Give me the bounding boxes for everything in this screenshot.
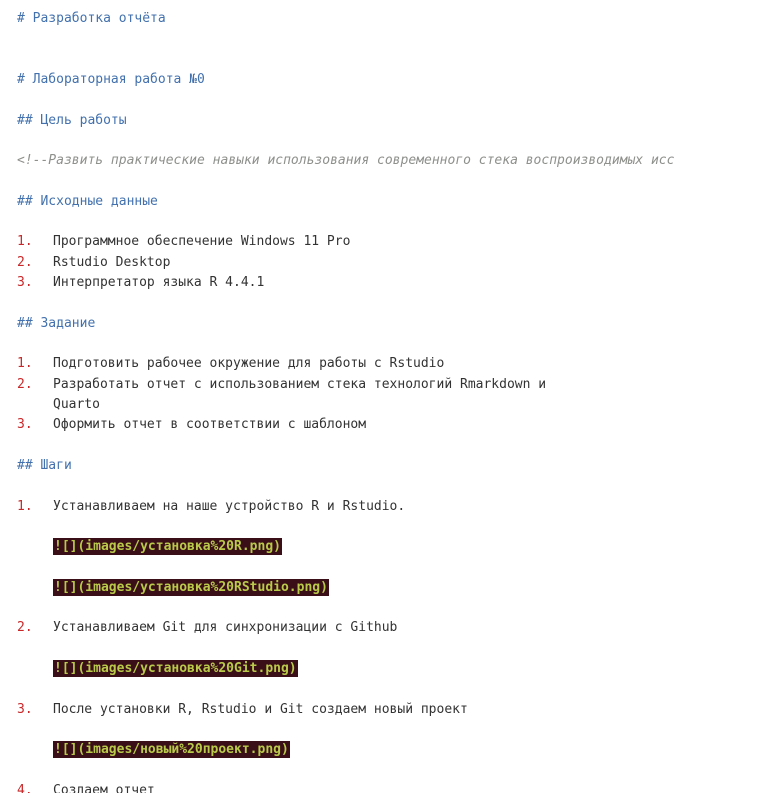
task-list-item: 3. Оформить отчет в соответствии с шаблон… bbox=[17, 415, 366, 435]
goal-heading-line: ## Цель работы bbox=[17, 113, 127, 128]
list-number: 4. bbox=[17, 783, 33, 793]
step-item: 3. После установки R, Rstudio и Git созда… bbox=[17, 700, 468, 720]
list-text: Устанавливаем Git для синхронизации с Gi… bbox=[53, 620, 398, 635]
step-item: 1. Устанавливаем на наше устройство R и R… bbox=[17, 497, 405, 517]
list-number: 3. bbox=[17, 702, 33, 717]
image-link-line: ![](images/новый%20проект.png) bbox=[17, 740, 290, 760]
list-text: Интерпретатор языка R 4.4.1 bbox=[53, 275, 265, 290]
doc-title-line: # Разработка отчёта bbox=[17, 11, 166, 26]
list-number: 1. bbox=[17, 234, 33, 249]
image-link[interactable]: ![](images/установка%20R.png) bbox=[53, 538, 282, 555]
task-heading-line: ## Задание bbox=[17, 316, 96, 331]
list-text: Создаем отчет bbox=[53, 783, 155, 793]
goal-comment-line: <!--Развить практические навыки использо… bbox=[17, 153, 675, 168]
image-link-line: ![](images/установка%20Git.png) bbox=[17, 659, 298, 679]
image-link-line: ![](images/установка%20R.png) bbox=[17, 537, 282, 557]
task-list-item-continuation: Quarto bbox=[17, 395, 100, 415]
image-link-line: ![](images/установка%20RStudio.png) bbox=[17, 578, 329, 598]
lab-title-line: # Лабораторная работа №0 bbox=[17, 72, 205, 87]
step-item: 2. Устанавливаем Git для синхронизации с … bbox=[17, 618, 397, 638]
list-number: 1. bbox=[17, 356, 33, 371]
image-link[interactable]: ![](images/установка%20RStudio.png) bbox=[53, 579, 329, 596]
image-link[interactable]: ![](images/установка%20Git.png) bbox=[53, 660, 298, 677]
steps-heading-line: ## Шаги bbox=[17, 458, 72, 473]
data-heading-line: ## Исходные данные bbox=[17, 194, 158, 209]
list-number: 3. bbox=[17, 417, 33, 432]
list-number: 3. bbox=[17, 275, 33, 290]
task-list-item: 1. Подготовить рабочее окружение для рабо… bbox=[17, 354, 444, 374]
list-text: Rstudio Desktop bbox=[53, 255, 171, 270]
list-text: Оформить отчет в соответствии с шаблоном bbox=[53, 417, 367, 432]
data-list-item: 3. Интерпретатор языка R 4.4.1 bbox=[17, 273, 264, 293]
list-text: Разработать отчет с использованием стека… bbox=[53, 377, 547, 392]
markdown-editor[interactable]: # Разработка отчёта # Лабораторная работ… bbox=[0, 0, 763, 793]
list-text: Подготовить рабочее окружение для работы… bbox=[53, 356, 445, 371]
task-list-item: 2. Разработать отчет с использованием сте… bbox=[17, 375, 546, 395]
data-list-item: 2. Rstudio Desktop bbox=[17, 253, 170, 273]
list-number: 2. bbox=[17, 255, 33, 270]
data-list-item: 1. Программное обеспечение Windows 11 Pro bbox=[17, 232, 350, 252]
list-number: 2. bbox=[17, 377, 33, 392]
list-number: 2. bbox=[17, 620, 33, 635]
step-item: 4. Создаем отчет bbox=[17, 781, 155, 793]
list-text: После установки R, Rstudio и Git создаем… bbox=[53, 702, 468, 717]
list-text: Устанавливаем на наше устройство R и Rst… bbox=[53, 499, 406, 514]
list-number: 1. bbox=[17, 499, 33, 514]
image-link[interactable]: ![](images/новый%20проект.png) bbox=[53, 741, 290, 758]
list-text: Quarto bbox=[53, 397, 100, 412]
list-text: Программное обеспечение Windows 11 Pro bbox=[53, 234, 351, 249]
